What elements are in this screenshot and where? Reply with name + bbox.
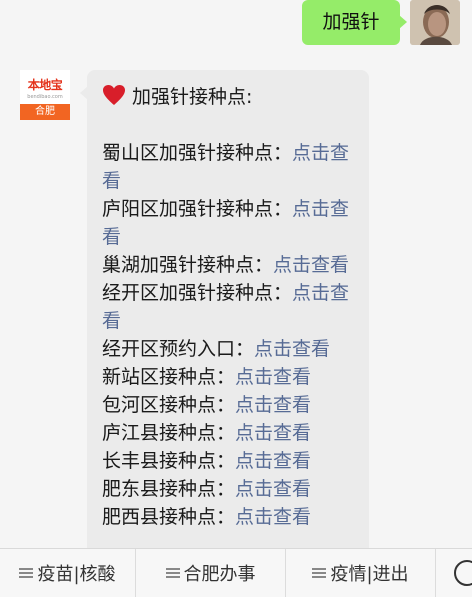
entry-label: 包河区接种点：	[102, 394, 236, 416]
menu-icon	[312, 566, 327, 580]
view-link[interactable]: 点击查看	[235, 394, 311, 416]
entry-label: 肥西县接种点：	[102, 506, 236, 528]
menu-vaccine-test[interactable]: 疫苗|核酸	[0, 549, 136, 597]
entry-item: 包河区接种点：点击查看	[102, 391, 353, 419]
view-link[interactable]: 点击查看	[235, 450, 311, 472]
entry-label: 庐阳区加强针接种点：	[102, 198, 293, 220]
entry-item: 肥西县接种点：点击查看	[102, 503, 353, 531]
menu-epidemic-travel-label: 疫情|进出	[330, 564, 409, 585]
logo-brand: 本地宝	[27, 78, 63, 92]
view-link[interactable]: 点击查看	[235, 422, 311, 444]
user-avatar[interactable]	[410, 0, 460, 45]
view-link[interactable]: 点击查看	[254, 338, 330, 360]
entry-item: 长丰县接种点：点击查看	[102, 447, 353, 475]
entry-item: 巢湖加强针接种点：点击查看	[102, 251, 353, 279]
entry-item: 新站区接种点：点击查看	[102, 363, 353, 391]
entry-label: 巢湖加强针接种点：	[102, 254, 274, 276]
menu-hefei-services-label: 合肥办事	[183, 564, 256, 585]
entry-item: 经开区加强针接种点：点击查看	[102, 279, 353, 335]
logo-city: 合肥	[20, 104, 70, 120]
menu-epidemic-travel[interactable]: 疫情|进出	[286, 549, 436, 597]
outgoing-message-text: 加强针	[322, 11, 380, 33]
chat-area: 加强针 本地宝 bendibao.com 合肥 加强针接种点: 蜀山区加强针接种…	[0, 0, 472, 548]
menu-hefei-services[interactable]: 合肥办事	[136, 549, 286, 597]
entry-label: 庐江县接种点：	[102, 422, 236, 444]
message-heading: 加强针接种点:	[102, 83, 353, 111]
keyboard-icon	[454, 560, 472, 586]
view-link[interactable]: 点击查看	[235, 506, 311, 528]
keyboard-toggle[interactable]	[436, 549, 472, 597]
official-account-avatar[interactable]: 本地宝 bendibao.com 合肥	[20, 70, 70, 120]
heart-icon	[103, 85, 125, 105]
menu-icon	[165, 566, 180, 580]
entry-item: 庐江县接种点：点击查看	[102, 419, 353, 447]
view-link[interactable]: 点击查看	[273, 254, 349, 276]
message-heading-text: 加强针接种点:	[132, 86, 253, 108]
entry-item: 庐阳区加强针接种点：点击查看	[102, 195, 353, 251]
entry-item: 经开区预约入口：点击查看	[102, 335, 353, 363]
menu-icon	[19, 566, 34, 580]
logo-domain: bendibao.com	[27, 94, 63, 100]
menu-vaccine-test-label: 疫苗|核酸	[37, 564, 116, 585]
user-avatar-image	[410, 0, 460, 45]
incoming-message: 加强针接种点: 蜀山区加强针接种点：点击查看 庐阳区加强针接种点：点击查看 巢湖加强…	[80, 70, 369, 548]
view-link[interactable]: 点击查看	[235, 478, 311, 500]
entry-label: 肥东县接种点：	[102, 478, 236, 500]
view-link[interactable]: 点击查看	[235, 366, 311, 388]
entry-item: 肥东县接种点：点击查看	[102, 475, 353, 503]
outgoing-message[interactable]: 加强针	[302, 0, 407, 45]
entry-label: 经开区加强针接种点：	[102, 282, 293, 304]
entry-label: 新站区接种点：	[102, 366, 236, 388]
bottom-menu: 疫苗|核酸 合肥办事 疫情|进出	[0, 548, 472, 597]
entry-label: 长丰县接种点：	[102, 450, 236, 472]
entry-label: 蜀山区加强针接种点：	[102, 142, 293, 164]
entry-label: 经开区预约入口：	[102, 338, 255, 360]
entry-list: 蜀山区加强针接种点：点击查看 庐阳区加强针接种点：点击查看 巢湖加强针接种点：点击查…	[102, 139, 353, 531]
entry-item: 蜀山区加强针接种点：点击查看	[102, 139, 353, 195]
